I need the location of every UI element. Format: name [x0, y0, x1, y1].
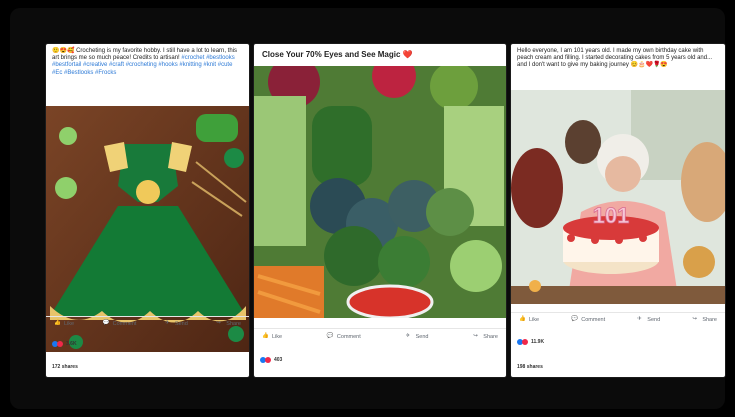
comment-icon: 💬 [571, 316, 579, 322]
like-button[interactable]: 👍 Like [519, 316, 539, 323]
love-reaction-icon [265, 357, 271, 363]
post-action-bar: 👍 Like 💬 Comment ✈ Send ↪ Share [46, 316, 249, 330]
comment-button[interactable]: 💬 Comment [571, 316, 605, 323]
send-icon: ✈ [164, 320, 170, 326]
cake-candle-number: 101 [593, 203, 630, 228]
post-image-birthday-cake[interactable]: 101 [511, 90, 725, 304]
reaction-summary[interactable]: 403 [260, 357, 282, 363]
thumbs-up-icon: 👍 [54, 320, 61, 326]
comment-button[interactable]: 💬 Comment [327, 333, 361, 340]
post-action-bar: 👍 Like 💬 Comment ✈ Send ↪ Share [511, 312, 725, 326]
share-icon: ↪ [216, 320, 221, 326]
reaction-count: 11.9K [531, 339, 545, 345]
post-caption: Hello everyone, I am 101 years old. I ma… [517, 48, 713, 69]
send-button[interactable]: ✈ Send [406, 333, 429, 340]
post-card-vegetables: Close Your 70% Eyes and See Magic ❤️ 👍 L… [254, 44, 506, 377]
post-image-vegetables[interactable] [254, 66, 506, 318]
share-count[interactable]: 172 shares [52, 364, 78, 370]
share-icon: ↪ [473, 333, 478, 339]
send-button[interactable]: ✈ Send [165, 320, 188, 327]
comment-icon: 💬 [102, 320, 110, 326]
love-reaction-icon [57, 341, 63, 347]
post-title: Close Your 70% Eyes and See Magic ❤️ [262, 50, 413, 59]
send-icon: ✈ [637, 316, 642, 322]
reaction-count: 3.6K [66, 341, 77, 347]
reaction-count: 403 [274, 357, 283, 363]
send-icon: ✈ [405, 333, 411, 339]
reaction-summary[interactable]: 11.9K [517, 339, 544, 345]
share-icon: ↪ [692, 316, 697, 322]
share-button[interactable]: ↪ Share [473, 333, 498, 340]
thumbs-up-icon: 👍 [262, 333, 269, 339]
share-button[interactable]: ↪ Share [216, 320, 241, 327]
post-card-crochet: 🙂😍🥰 Crocheting is my favorite hobby. I s… [46, 44, 249, 377]
post-text: 🙂😍🥰 Crocheting is my favorite hobby. I s… [46, 44, 249, 77]
like-button[interactable]: 👍 Like [54, 320, 74, 327]
like-button[interactable]: 👍 Like [262, 333, 282, 340]
send-button[interactable]: ✈ Send [637, 316, 660, 323]
comment-button[interactable]: 💬 Comment [103, 320, 137, 327]
thumbs-up-icon: 👍 [519, 316, 526, 322]
post-text: Hello everyone, I am 101 years old. I ma… [511, 44, 725, 70]
reaction-summary[interactable]: 3.6K [52, 341, 77, 347]
post-card-birthday: Hello everyone, I am 101 years old. I ma… [511, 44, 725, 377]
share-count[interactable]: 198 shares [517, 364, 543, 370]
love-reaction-icon [522, 339, 528, 345]
share-button[interactable]: ↪ Share [692, 316, 717, 323]
comment-icon: 💬 [326, 333, 334, 339]
post-action-bar: 👍 Like 💬 Comment ✈ Send ↪ Share [254, 328, 506, 344]
